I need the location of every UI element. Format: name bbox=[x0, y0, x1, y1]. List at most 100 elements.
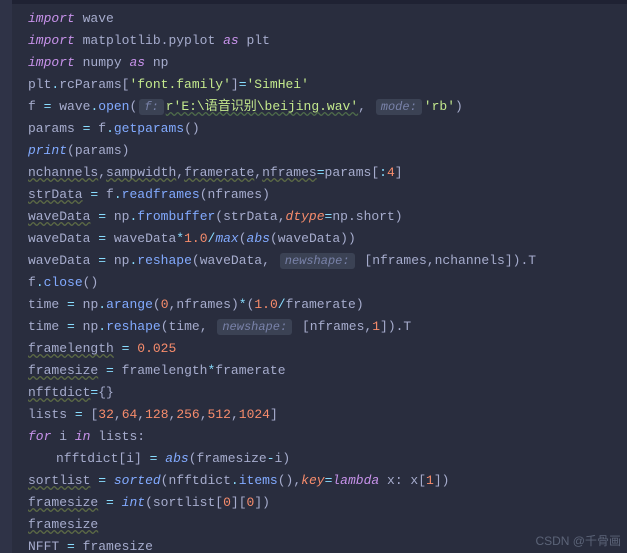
builtin-abs: abs bbox=[165, 451, 188, 466]
identifier: waveData bbox=[28, 253, 90, 268]
code-line[interactable]: print(params) bbox=[28, 140, 627, 162]
attr: rcParams bbox=[59, 77, 121, 92]
builtin-int: int bbox=[122, 495, 145, 510]
keyword-as: as bbox=[223, 33, 239, 48]
identifier: f bbox=[28, 99, 36, 114]
code-line[interactable]: waveData = waveData*1.0/max(abs(waveData… bbox=[28, 228, 627, 250]
code-line[interactable]: f.close() bbox=[28, 272, 627, 294]
gutter bbox=[0, 0, 12, 553]
code-editor[interactable]: import wave import matplotlib.pyplot as … bbox=[0, 0, 627, 553]
code-line[interactable]: waveData = np.reshape(waveData, newshape… bbox=[28, 250, 627, 272]
code-line[interactable]: for i in lists: bbox=[28, 426, 627, 448]
identifier: waveData bbox=[114, 231, 176, 246]
identifier: wave bbox=[59, 99, 90, 114]
number: 1024 bbox=[239, 407, 270, 422]
builtin-abs: abs bbox=[247, 231, 270, 246]
identifier: time bbox=[28, 297, 59, 312]
attr: .T bbox=[520, 253, 536, 268]
identifier: np bbox=[114, 209, 130, 224]
module-name: numpy bbox=[83, 55, 122, 70]
keyword-in: in bbox=[75, 429, 91, 444]
identifier: framerate bbox=[286, 297, 356, 312]
identifier: NFFT bbox=[28, 539, 59, 553]
fn: arange bbox=[106, 297, 153, 312]
identifier: plt bbox=[28, 77, 51, 92]
code-line[interactable]: sortlist = sorted(nfftdict.items(),key=l… bbox=[28, 470, 627, 492]
string: 'rb' bbox=[424, 99, 455, 114]
identifier: nchannels bbox=[28, 165, 98, 180]
module-name: matplotlib.pyplot bbox=[83, 33, 216, 48]
slice: : bbox=[379, 165, 387, 180]
identifier: sampwidth bbox=[106, 165, 176, 180]
number: 128 bbox=[145, 407, 168, 422]
number: 0.025 bbox=[137, 341, 176, 356]
module-name: wave bbox=[83, 11, 114, 26]
identifier: nfftdict bbox=[28, 385, 90, 400]
code-line[interactable]: lists = [32,64,128,256,512,1024] bbox=[28, 404, 627, 426]
identifier: i bbox=[59, 429, 67, 444]
code-line[interactable]: f = wave.open(f:r'E:\语音识别\beijing.wav', … bbox=[28, 96, 627, 118]
string: 'SimHei' bbox=[247, 77, 309, 92]
code-line[interactable]: time = np.arange(0,nframes)*(1.0/framera… bbox=[28, 294, 627, 316]
inlay-hint: newshape: bbox=[280, 253, 355, 269]
keyword-as: as bbox=[129, 55, 145, 70]
identifier: nfftdict bbox=[168, 473, 230, 488]
code-line[interactable]: plt.rcParams['font.family']='SimHei' bbox=[28, 74, 627, 96]
fn: frombuffer bbox=[137, 209, 215, 224]
keyword-import: import bbox=[28, 11, 75, 26]
builtin-print: print bbox=[28, 143, 67, 158]
identifier: np bbox=[83, 319, 99, 334]
identifier: framesize bbox=[28, 495, 98, 510]
keyword-for: for bbox=[28, 429, 51, 444]
identifier: lists bbox=[98, 429, 137, 444]
identifier: strData bbox=[223, 209, 278, 224]
code-line[interactable]: import wave bbox=[28, 8, 627, 30]
number: 1 bbox=[372, 319, 380, 334]
identifier: sortlist bbox=[153, 495, 215, 510]
code-line[interactable]: framesize = int(sortlist[0][0]) bbox=[28, 492, 627, 514]
inlay-hint: f: bbox=[139, 99, 163, 115]
identifier: f bbox=[98, 121, 106, 136]
watermark: CSDN @千骨画 bbox=[535, 532, 621, 549]
string: 'font.family' bbox=[129, 77, 230, 92]
identifier: waveData bbox=[28, 231, 90, 246]
code-line[interactable]: time = np.reshape(time, newshape: [nfram… bbox=[28, 316, 627, 338]
keyword-import: import bbox=[28, 33, 75, 48]
identifier: framerate bbox=[215, 363, 285, 378]
identifier: time bbox=[169, 319, 200, 334]
builtin-max: max bbox=[215, 231, 238, 246]
identifier: nframes bbox=[208, 187, 263, 202]
identifier: framelength bbox=[122, 363, 208, 378]
identifier: framelength bbox=[28, 341, 114, 356]
code-line[interactable]: waveData = np.frombuffer(strData,dtype=n… bbox=[28, 206, 627, 228]
identifier: params bbox=[28, 121, 75, 136]
number: 32 bbox=[98, 407, 114, 422]
number: 64 bbox=[122, 407, 138, 422]
code-line[interactable]: nchannels,sampwidth,framerate,nframes=pa… bbox=[28, 162, 627, 184]
number: 1.0 bbox=[184, 231, 207, 246]
identifier: params bbox=[75, 143, 122, 158]
identifier: framesize bbox=[28, 517, 98, 532]
code-line[interactable]: nfftdict={} bbox=[28, 382, 627, 404]
fn: open bbox=[98, 99, 129, 114]
identifier: time bbox=[28, 319, 59, 334]
number: 256 bbox=[176, 407, 199, 422]
code-line[interactable]: params = f.getparams() bbox=[28, 118, 627, 140]
attr: .T bbox=[396, 319, 412, 334]
identifier: nfftdict bbox=[56, 451, 118, 466]
number: 4 bbox=[387, 165, 395, 180]
code-line[interactable]: framelength = 0.025 bbox=[28, 338, 627, 360]
number: 1.0 bbox=[254, 297, 277, 312]
code-line[interactable]: import numpy as np bbox=[28, 52, 627, 74]
inlay-hint: mode: bbox=[376, 99, 422, 115]
alias: np bbox=[153, 55, 169, 70]
code-line[interactable]: nfftdict[i] = abs(framesize-i) bbox=[28, 448, 627, 470]
number: 512 bbox=[208, 407, 231, 422]
fn: reshape bbox=[106, 319, 161, 334]
identifier: np bbox=[83, 297, 99, 312]
builtin-sorted: sorted bbox=[114, 473, 161, 488]
code-line[interactable]: import matplotlib.pyplot as plt bbox=[28, 30, 627, 52]
identifier: nframes bbox=[372, 253, 427, 268]
code-line[interactable]: framesize = framelength*framerate bbox=[28, 360, 627, 382]
code-line[interactable]: strData = f.readframes(nframes) bbox=[28, 184, 627, 206]
